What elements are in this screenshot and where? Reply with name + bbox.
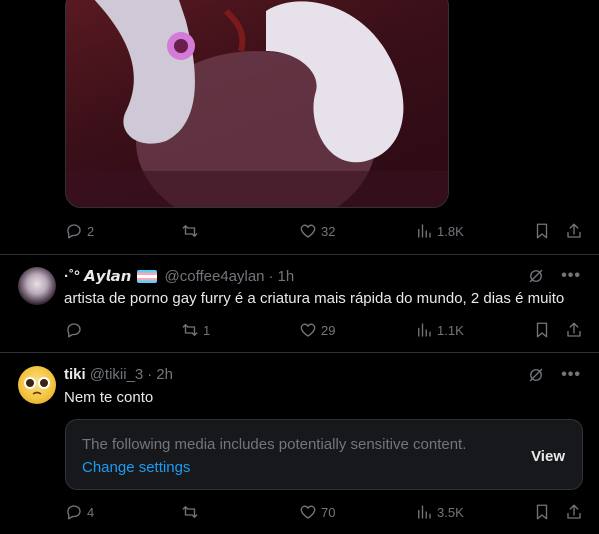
reply-count: 4	[87, 504, 95, 520]
views-button[interactable]: 3.5K	[415, 503, 464, 521]
tweet-text: artista de porno gay furry é a criatura …	[64, 290, 565, 307]
share-button[interactable]	[565, 321, 583, 339]
views-button[interactable]: 1.1K	[415, 321, 464, 339]
grok-icon[interactable]	[527, 267, 545, 285]
trans-flag-icon	[136, 269, 157, 283]
heart-icon	[300, 505, 316, 519]
views-count: 1.8K	[437, 223, 464, 239]
tweet-actions: 4 70 3.5K	[64, 501, 584, 523]
reply-icon	[67, 224, 81, 239]
reply-icon	[67, 323, 81, 338]
retweet-icon	[182, 506, 198, 518]
view-button[interactable]: View	[531, 448, 565, 465]
analytics-icon	[418, 224, 431, 238]
views-count: 1.1K	[437, 322, 464, 338]
separator: ·	[268, 267, 274, 285]
bookmark-icon	[536, 504, 548, 520]
retweet-icon	[182, 225, 198, 237]
separator: ·	[147, 366, 153, 383]
timestamp[interactable]: 1h	[278, 268, 295, 285]
more-options-icon[interactable]: •••	[561, 367, 581, 383]
tweet-header: tiki @tikii_3 · 2h	[64, 366, 173, 383]
like-button[interactable]: 32	[299, 222, 335, 240]
tweet-divider	[0, 254, 599, 255]
handle[interactable]: @tikii_3	[90, 366, 144, 383]
share-button[interactable]	[565, 503, 583, 521]
reply-count: 2	[87, 223, 95, 239]
retweet-icon	[182, 324, 198, 336]
analytics-icon	[418, 505, 431, 519]
tweet-actions: 2 32 1.8K	[64, 220, 584, 242]
like-button[interactable]: 70	[299, 503, 335, 521]
views-button[interactable]: 1.8K	[415, 222, 464, 240]
retweet-button[interactable]	[181, 503, 203, 521]
timestamp[interactable]: 2h	[156, 366, 173, 383]
display-name[interactable]: tiki	[64, 366, 86, 383]
analytics-icon	[418, 323, 431, 337]
tweet-header: ·˚° 𝘼𝙮𝙡𝙖𝙣 @coffee4aylan · 1h	[64, 267, 295, 286]
change-settings-link[interactable]: Change settings	[82, 459, 190, 476]
bookmark-button[interactable]	[533, 503, 551, 521]
pleading-face-icon	[24, 377, 50, 395]
sensitive-message: The following media includes potentially…	[82, 436, 467, 453]
heart-icon	[300, 323, 316, 337]
avatar[interactable]	[18, 267, 56, 305]
retweet-count: 1	[203, 322, 211, 338]
sensitive-media-warning: The following media includes potentially…	[65, 419, 583, 490]
tweet-text: Nem te conto	[64, 389, 154, 406]
share-icon	[567, 504, 581, 519]
tweet-divider	[0, 352, 599, 353]
avatar[interactable]	[18, 366, 56, 404]
share-icon	[567, 223, 581, 238]
reply-icon	[67, 505, 81, 520]
tweet-media-image[interactable]	[65, 0, 449, 208]
like-count: 70	[321, 504, 336, 520]
retweet-button[interactable]: 1	[181, 321, 210, 339]
bookmark-icon	[536, 322, 548, 338]
reply-button[interactable]	[65, 321, 87, 339]
tweet-top-icons: •••	[527, 366, 581, 384]
bookmark-button[interactable]	[533, 222, 551, 240]
reply-button[interactable]: 4	[65, 503, 94, 521]
tweet-actions: 1 29 1.1K	[64, 319, 584, 341]
more-options-icon[interactable]: •••	[561, 268, 581, 284]
reply-button[interactable]: 2	[65, 222, 94, 240]
like-count: 29	[321, 322, 336, 338]
grok-icon[interactable]	[527, 366, 545, 384]
display-name[interactable]: ·˚° 𝘼𝙮𝙡𝙖𝙣	[64, 267, 132, 285]
share-button[interactable]	[565, 222, 583, 240]
like-button[interactable]: 29	[299, 321, 335, 339]
views-count: 3.5K	[437, 504, 464, 520]
like-count: 32	[321, 223, 336, 239]
handle[interactable]: @coffee4aylan	[165, 268, 265, 285]
bookmark-icon	[536, 223, 548, 239]
tweet-top-icons: •••	[527, 267, 581, 285]
retweet-button[interactable]	[181, 222, 203, 240]
bookmark-button[interactable]	[533, 321, 551, 339]
heart-icon	[300, 224, 316, 238]
share-icon	[567, 322, 581, 337]
